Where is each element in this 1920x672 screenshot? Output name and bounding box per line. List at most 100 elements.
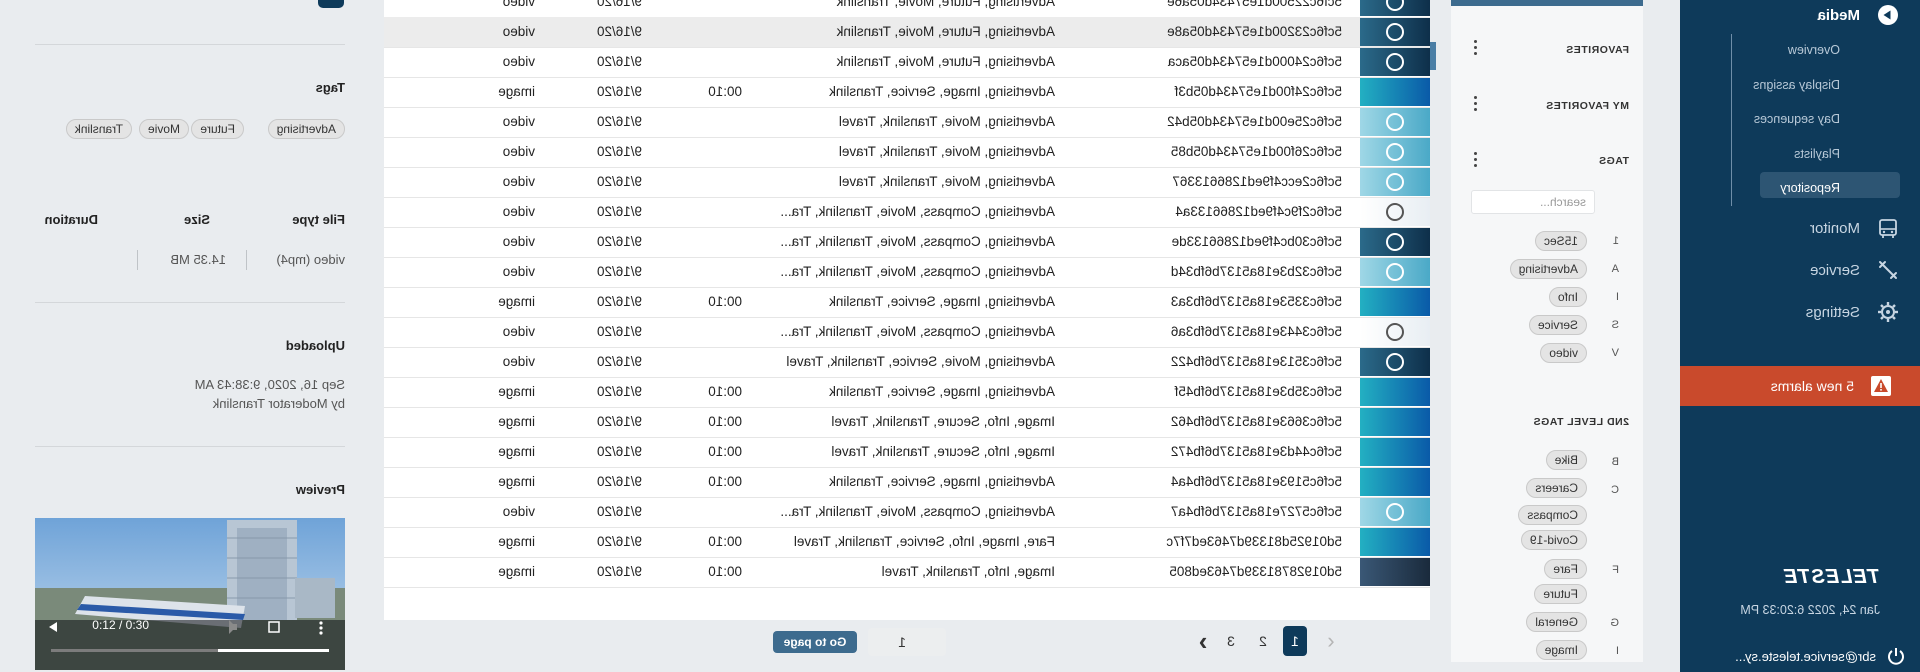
nav-item-media[interactable]: Media [1680, 2, 1920, 28]
table-row[interactable]: 5cf6c3353e18a5137b6fb3a3 Advertising, Ima… [382, 287, 1430, 318]
table-row[interactable]: 5cf6c5193e18a5137b6fb4a4 Advertising, Ima… [382, 467, 1430, 498]
table-row[interactable]: 5cf6c26f00d1e57434d05b85 Advertising, Mov… [382, 137, 1430, 168]
tag-chip-video[interactable]: video [1540, 343, 1587, 363]
detail-tag-chip[interactable]: Translink [65, 119, 132, 139]
tag-chip-general[interactable]: General [1526, 612, 1587, 632]
media-tags: Image, Info, Secure, Translink, Travel [831, 414, 1055, 429]
tag-group-letter: V [1611, 347, 1619, 359]
media-thumbnail[interactable] [1360, 408, 1430, 436]
power-icon[interactable] [1886, 646, 1906, 666]
sub-item-playlists[interactable]: Playlists [1794, 147, 1840, 161]
tag-chip-fare[interactable]: Fare [1544, 559, 1587, 579]
media-thumbnail[interactable] [1360, 378, 1430, 406]
tag-chip-info[interactable]: Info [1548, 287, 1587, 307]
tag-chip-covid-19[interactable]: Covid-19 [1520, 530, 1587, 550]
tag-chip-future[interactable]: Future [1534, 584, 1587, 604]
detail-tag-chip[interactable]: Movie [138, 119, 189, 139]
table-row[interactable]: 5cf6c30bc4f9ed12866133de Advertising, Com… [382, 227, 1430, 258]
media-thumbnail[interactable] [1360, 498, 1430, 526]
media-date: 9/16/20 [596, 234, 642, 249]
panel-top-icon[interactable] [318, 0, 344, 8]
table-row[interactable]: 5cf6c24f00d1e57434d05b3f Advertising, Ima… [382, 77, 1430, 108]
media-thumbnail[interactable] [1360, 168, 1430, 196]
media-type: video [502, 504, 535, 519]
table-row[interactable]: 5cf6c2f9c4f9ed12866133a4 Advertising, Com… [382, 197, 1430, 228]
prev-page-button[interactable]: ‹ [1321, 626, 1341, 656]
table-row[interactable]: 5cf6c32b3e18a5137b6fb34d Advertising, Com… [382, 257, 1430, 288]
media-thumbnail[interactable] [1360, 258, 1430, 286]
nav-item-service[interactable]: Service [1680, 258, 1920, 282]
tag-chip-compass[interactable]: Compass [1518, 505, 1587, 525]
media-thumbnail[interactable] [1360, 18, 1430, 46]
tags-title[interactable]: TAGS [1599, 155, 1629, 167]
table-row[interactable]: 5cf6c25e00d1e57434d05b42 Advertising, Mov… [382, 107, 1430, 138]
volume-icon[interactable] [225, 618, 241, 636]
media-thumbnail[interactable] [1360, 228, 1430, 256]
media-thumbnail[interactable] [1360, 78, 1430, 106]
tag-chip-bike[interactable]: Bike [1545, 450, 1587, 470]
detail-tag-chip[interactable]: Advertising [267, 119, 345, 139]
page-number-input[interactable]: 1 [868, 628, 946, 656]
tags-menu-icon[interactable] [1473, 152, 1477, 168]
next-page-button[interactable]: › [1192, 626, 1214, 656]
fullscreen-icon[interactable] [265, 618, 283, 636]
table-row[interactable]: 5cf6c3513e18a5137b6fb422 Advertising, Mov… [382, 347, 1430, 378]
media-thumbnail[interactable] [1360, 138, 1430, 166]
table-row[interactable]: 5cf6c5727e18a5137b6fb4a7 Advertising, Com… [382, 497, 1430, 528]
media-thumbnail[interactable] [1360, 348, 1430, 376]
play-circle-icon [1386, 323, 1404, 341]
media-thumbnail[interactable] [1360, 108, 1430, 136]
tag-chip-service[interactable]: Service [1528, 315, 1587, 335]
page-2-button[interactable]: 2 [1251, 626, 1275, 656]
media-thumbnail[interactable] [1360, 558, 1430, 586]
favorites-menu-icon[interactable] [1473, 40, 1477, 56]
tag-search-input[interactable]: search... [1471, 190, 1595, 214]
table-row[interactable]: 5cf6c2ecc4f9ed1286613367 Advertising, Mov… [382, 167, 1430, 198]
preview-frame [35, 518, 345, 670]
media-type: image [498, 414, 535, 429]
tag-chip-careers[interactable]: Careers [1526, 478, 1587, 498]
nav-item-monitor[interactable]: Monitor [1680, 216, 1920, 240]
scrollbar-thumb[interactable] [1430, 42, 1436, 70]
page-3-button[interactable]: 3 [1219, 626, 1243, 656]
table-row[interactable]: 5cf6c44d3e18a5137b6fb472 Image, Info, Sec… [382, 437, 1430, 468]
table-row[interactable]: 5cf6c35b3e18a5137b6fb45f Advertising, Ima… [382, 377, 1430, 408]
media-name: 5d01925d81339d7463ed7f7c [1166, 534, 1342, 549]
media-type: image [498, 474, 535, 489]
tag-chip-advertising[interactable]: Advertising [1509, 259, 1587, 279]
media-thumbnail[interactable] [1360, 528, 1430, 556]
media-thumbnail[interactable] [1360, 0, 1430, 16]
table-row[interactable]: 5d01928781339d7463ed805 Image, Info, Tran… [382, 557, 1430, 588]
tag-chip-image[interactable]: Image [1535, 640, 1587, 660]
play-circle-icon [1386, 173, 1404, 191]
media-thumbnail[interactable] [1360, 468, 1430, 496]
table-row[interactable]: 5cf6c3443e18a5137b6fb3a6 Advertising, Com… [382, 317, 1430, 348]
go-to-page-button[interactable]: Go to page [773, 631, 857, 653]
media-thumbnail[interactable] [1360, 438, 1430, 466]
tag-chip-15sec[interactable]: 15Sec [1534, 231, 1587, 251]
table-row[interactable]: 5cf6c24000d1e57434d05aca Advertising, Fut… [382, 47, 1430, 78]
detail-tag-chip[interactable]: Future [191, 119, 244, 139]
sub-item-overview[interactable]: Overview [1788, 43, 1840, 57]
sub-item-day-sequences[interactable]: Day sequences [1754, 112, 1840, 126]
table-row[interactable]: 5d01925d81339d7463ed7f7c Fare, Image, Inf… [382, 527, 1430, 558]
playback-progress[interactable] [218, 649, 329, 652]
table-row[interactable]: 5cf6c3663e18a5137b6fb462 Image, Info, Sec… [382, 407, 1430, 438]
media-thumbnail[interactable] [1360, 318, 1430, 346]
my-favorites-title[interactable]: MY FAVORITES [1546, 100, 1629, 112]
user-bar[interactable]: sbr@service.teleste.sy... [1680, 640, 1920, 672]
media-thumbnail[interactable] [1360, 288, 1430, 316]
sub-item-display-assigns[interactable]: Display assigns [1753, 78, 1840, 92]
tag-group-letter: G [1610, 617, 1619, 629]
my-favorites-menu-icon[interactable] [1473, 96, 1477, 112]
video-preview-player[interactable]: 0:12 / 0:30 [35, 518, 345, 670]
favorites-title[interactable]: FAVORITES [1566, 44, 1629, 56]
media-thumbnail[interactable] [1360, 48, 1430, 76]
table-row[interactable]: 5cf6c22500d1e57434d05a6e Advertising, Fut… [382, 0, 1430, 18]
table-row[interactable]: 5cf6c23200d1e57434d05a8e Advertising, Fut… [382, 17, 1430, 48]
page-1-button[interactable]: 1 [1283, 626, 1307, 656]
alarm-banner[interactable]: 5 new alarms [1680, 366, 1920, 406]
player-options-icon[interactable] [315, 618, 327, 636]
media-thumbnail[interactable] [1360, 198, 1430, 226]
nav-item-settings[interactable]: Settings [1680, 300, 1920, 324]
